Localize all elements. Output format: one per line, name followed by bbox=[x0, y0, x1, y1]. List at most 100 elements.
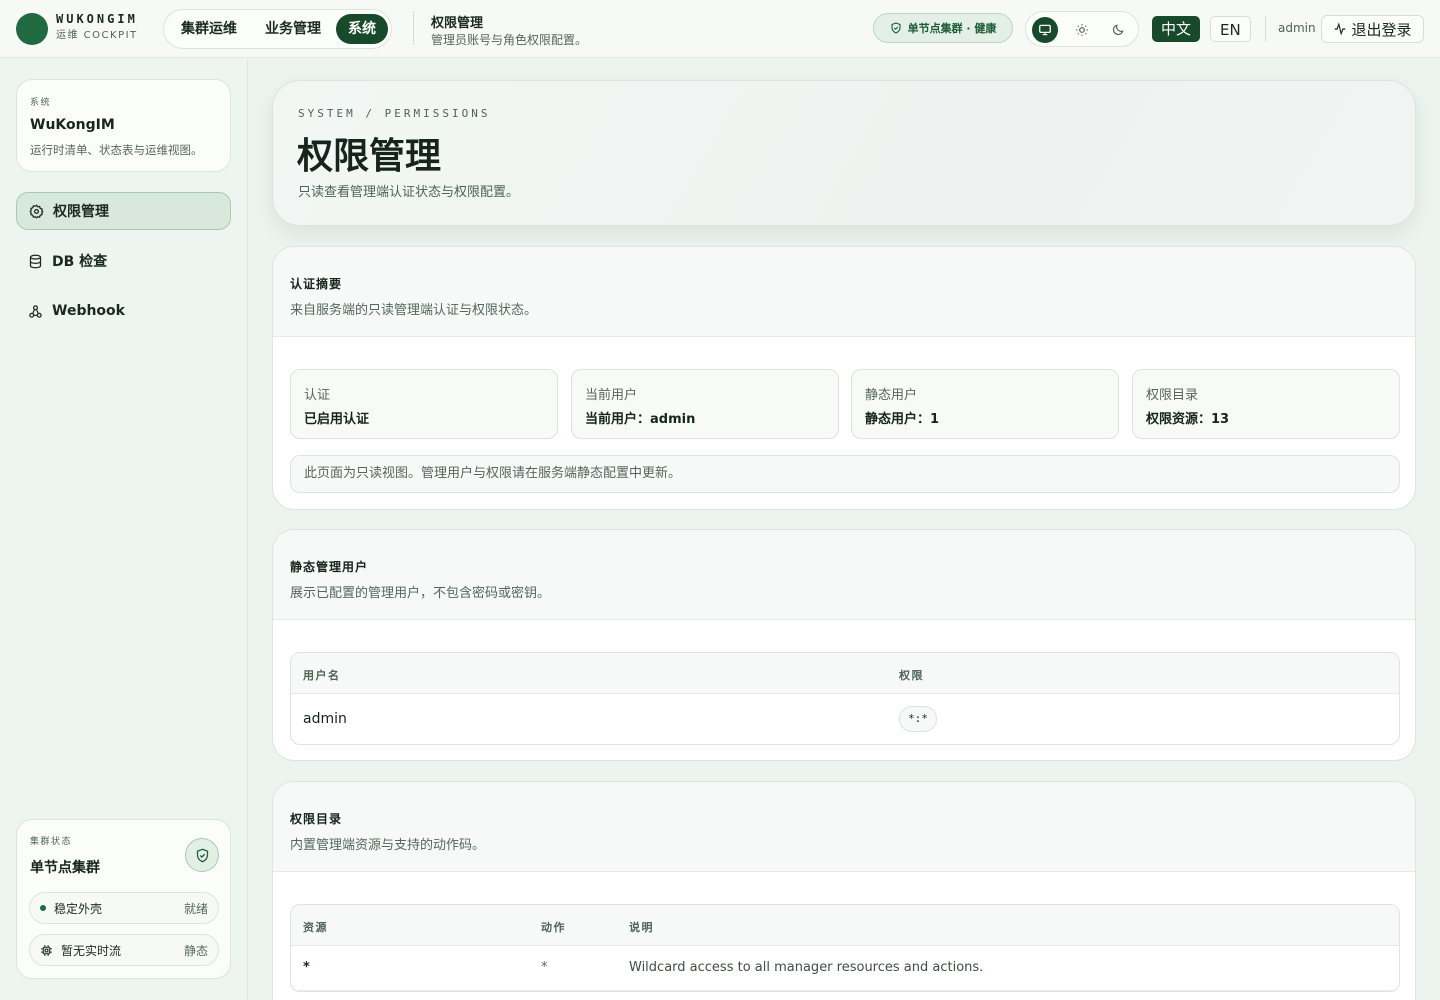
header-divider-2 bbox=[1265, 16, 1266, 42]
webhook-icon bbox=[29, 304, 42, 318]
auth-summary-card: 认证摘要 来自服务端的只读管理端认证与权限状态。 认证 已启用认证 当前用户 当… bbox=[272, 246, 1416, 510]
cluster-status-label: 集群状态 bbox=[30, 837, 73, 847]
sun-icon bbox=[1076, 24, 1088, 36]
stat-static-users: 静态用户 静态用户：1 bbox=[851, 369, 1119, 439]
activity-icon bbox=[1335, 22, 1346, 36]
table-header: 资源 动作 说明 bbox=[291, 905, 1399, 946]
cluster-status-card: 集群状态 单节点集群 稳定外壳 就绪 暂无实时流 静态 bbox=[16, 819, 231, 979]
card-header: 认证摘要 来自服务端的只读管理端认证与权限状态。 bbox=[273, 247, 1415, 337]
cell-description: Wildcard access to all manager resources… bbox=[629, 960, 984, 975]
status-row-value: 就绪 bbox=[183, 901, 208, 916]
column-header-username: 用户名 bbox=[303, 669, 341, 682]
readonly-note: 此页面为只读视图。管理用户与权限请在服务端静态配置中更新。 bbox=[290, 455, 1400, 493]
status-row-value: 静态 bbox=[183, 943, 208, 958]
nav-system[interactable]: 系统 bbox=[336, 14, 388, 44]
brand-logo bbox=[16, 13, 48, 45]
card-desc: 内置管理端资源与支持的动作码。 bbox=[290, 838, 486, 853]
cluster-health-badge: 单节点集群 · 健康 bbox=[873, 13, 1013, 43]
hero-breadcrumb: SYSTEM / PERMISSIONS bbox=[298, 107, 491, 120]
card-header: 权限目录 内置管理端资源与支持的动作码。 bbox=[273, 782, 1415, 872]
monitor-icon bbox=[1039, 24, 1051, 36]
card-title: 静态管理用户 bbox=[290, 560, 369, 574]
header-divider bbox=[413, 11, 414, 45]
nav-business[interactable]: 业务管理 bbox=[253, 14, 333, 44]
stat-label: 当前用户 bbox=[585, 388, 638, 403]
sidebar-item-label: DB 检查 bbox=[52, 254, 108, 270]
cell-username: admin bbox=[303, 711, 347, 727]
status-row-label: 稳定外壳 bbox=[54, 901, 103, 916]
catalog-table: 资源 动作 说明 * * Wildcard access to all mana… bbox=[290, 904, 1400, 992]
cluster-status-title: 单节点集群 bbox=[30, 860, 100, 876]
card-title: 认证摘要 bbox=[290, 277, 343, 291]
brand-sub: 运维 COCKPIT bbox=[56, 30, 138, 41]
brand: WUKONGIM 运维 COCKPIT bbox=[56, 13, 138, 41]
column-header-resource: 资源 bbox=[303, 921, 328, 934]
lang-zh-button[interactable]: 中文 bbox=[1152, 16, 1201, 42]
stat-value: 权限资源：13 bbox=[1146, 412, 1230, 427]
stat-auth: 认证 已启用认证 bbox=[290, 369, 558, 439]
gear-icon bbox=[29, 203, 44, 219]
page-title: 权限管理 bbox=[297, 136, 442, 177]
status-row-label: 暂无实时流 bbox=[61, 943, 122, 958]
status-dot-icon bbox=[40, 905, 46, 911]
cell-resource: * bbox=[303, 960, 310, 975]
status-row-stream: 暂无实时流 静态 bbox=[29, 934, 219, 966]
shield-check-icon bbox=[196, 848, 208, 862]
main-nav: 集群运维 业务管理 系统 bbox=[163, 9, 392, 49]
stat-permission-catalog: 权限目录 权限资源：13 bbox=[1132, 369, 1400, 439]
current-user: admin bbox=[1278, 21, 1316, 35]
system-info-card: 系统 WuKongIM 运行时清单、状态表与运维视图。 bbox=[16, 79, 231, 172]
sidebar-item-db-inspect[interactable]: DB 检查 bbox=[16, 242, 231, 280]
stat-label: 认证 bbox=[304, 388, 331, 403]
stat-current-user: 当前用户 当前用户：admin bbox=[571, 369, 839, 439]
card-title: 权限目录 bbox=[290, 812, 343, 826]
stat-value: 静态用户：1 bbox=[865, 412, 940, 427]
stat-value: 当前用户：admin bbox=[585, 412, 696, 427]
stat-label: 静态用户 bbox=[865, 388, 918, 403]
theme-system-button[interactable] bbox=[1032, 17, 1058, 43]
card-desc: 来自服务端的只读管理端认证与权限状态。 bbox=[290, 303, 538, 318]
users-table: 用户名 权限 admin *:* bbox=[290, 652, 1400, 745]
system-desc: 运行时清单、状态表与运维视图。 bbox=[30, 143, 203, 157]
brand-name: WUKONGIM bbox=[56, 12, 138, 26]
cluster-badge-label: 单节点集群 · 健康 bbox=[907, 22, 997, 35]
card-header: 静态管理用户 展示已配置的管理用户，不包含密码或密钥。 bbox=[273, 530, 1415, 620]
stat-value: 已启用认证 bbox=[304, 412, 370, 427]
column-header-action: 动作 bbox=[541, 921, 566, 934]
database-icon bbox=[29, 254, 42, 268]
status-row-shell: 稳定外壳 就绪 bbox=[29, 892, 219, 924]
column-header-description: 说明 bbox=[629, 921, 654, 934]
stat-label: 权限目录 bbox=[1146, 388, 1199, 403]
page-description: 只读查看管理端认证状态与权限配置。 bbox=[298, 185, 520, 200]
sidebar-item-permissions[interactable]: 权限管理 bbox=[16, 192, 231, 230]
top-bar: WUKONGIM 运维 COCKPIT 集群运维 业务管理 系统 权限管理 管理… bbox=[0, 0, 1440, 58]
cell-action: * bbox=[541, 960, 548, 975]
table-row: * * Wildcard access to all manager resou… bbox=[291, 946, 1399, 991]
sidebar-item-label: Webhook bbox=[52, 303, 125, 319]
header-page-subtitle: 管理员账号与角色权限配置。 bbox=[431, 33, 588, 47]
table-row: admin *:* bbox=[291, 694, 1399, 744]
system-name: WuKongIM bbox=[30, 117, 115, 133]
page-hero: SYSTEM / PERMISSIONS 权限管理 只读查看管理端认证状态与权限… bbox=[272, 80, 1416, 226]
column-header-permission: 权限 bbox=[899, 669, 924, 682]
header-page-title: 权限管理 bbox=[431, 16, 484, 31]
theme-dark-button[interactable] bbox=[1105, 17, 1131, 43]
logout-button[interactable]: 退出登录 bbox=[1321, 15, 1424, 43]
permission-chip: *:* bbox=[899, 706, 937, 732]
chip-icon bbox=[41, 944, 52, 956]
logout-label: 退出登录 bbox=[1351, 20, 1412, 39]
cluster-shield-badge bbox=[185, 838, 219, 872]
static-users-card: 静态管理用户 展示已配置的管理用户，不包含密码或密钥。 用户名 权限 admin… bbox=[272, 529, 1416, 761]
theme-light-button[interactable] bbox=[1069, 17, 1095, 43]
permission-catalog-card: 权限目录 内置管理端资源与支持的动作码。 资源 动作 说明 * * Wildca… bbox=[272, 781, 1416, 1000]
sidebar-item-webhook[interactable]: Webhook bbox=[16, 292, 231, 330]
theme-switcher bbox=[1025, 11, 1139, 47]
shield-check-icon bbox=[891, 22, 901, 34]
nav-cluster-ops[interactable]: 集群运维 bbox=[169, 14, 249, 44]
system-label: 系统 bbox=[30, 98, 52, 108]
card-desc: 展示已配置的管理用户，不包含密码或密钥。 bbox=[290, 586, 551, 601]
sidebar-item-label: 权限管理 bbox=[53, 204, 109, 220]
table-header: 用户名 权限 bbox=[291, 653, 1399, 694]
moon-icon bbox=[1113, 24, 1124, 35]
lang-en-button[interactable]: EN bbox=[1210, 16, 1251, 42]
